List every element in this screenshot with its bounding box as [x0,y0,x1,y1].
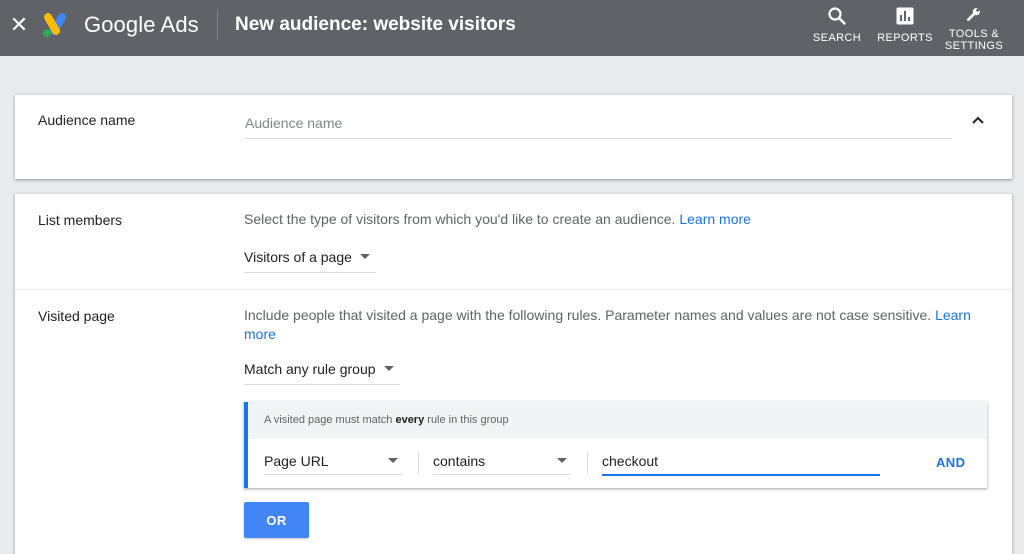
rule-value-input[interactable] [602,447,880,476]
audience-name-card: Audience name [15,95,1012,179]
rule-row: Page URL contains AND [248,439,987,488]
close-icon[interactable]: ✕ [8,12,30,37]
caret-down-icon [388,458,398,463]
nav-tools-label: TOOLS & SETTINGS [944,28,1004,52]
brand-divider [217,10,218,40]
visited-page-helper-text: Include people that visited a page with … [244,307,932,323]
audience-rules-card: List members Select the type of visitors… [15,194,1012,554]
match-rule-group-dropdown[interactable]: Match any rule group [244,353,400,385]
visited-page-helper: Include people that visited a page with … [244,306,984,344]
nav-search-label: SEARCH [812,32,862,44]
match-rule-group-value: Match any rule group [244,360,376,377]
rule-group-header-prefix: A visited page must match [264,414,396,426]
caret-down-icon [359,254,370,259]
nav-reports-button[interactable]: REPORTS [875,6,935,52]
brand-name: Google Ads [84,12,199,37]
rule-separator [418,452,419,474]
visitor-type-value: Visitors of a page [244,248,352,265]
rule-operator-value: contains [433,452,486,469]
google-ads-logo [43,13,66,37]
visitor-type-dropdown[interactable]: Visitors of a page [244,241,376,273]
top-app-bar: ✕ Google Ads New audience: website visit… [0,0,1024,56]
visited-page-label: Visited page [38,308,115,324]
rule-group-header: A visited page must match every rule in … [248,402,987,439]
rule-group-header-emphasis: every [395,414,425,426]
rule-group: A visited page must match every rule in … [244,402,987,488]
rule-group-header-suffix: rule in this group [424,414,509,426]
nav-reports-label: REPORTS [877,32,933,44]
and-button[interactable]: AND [936,455,965,470]
section-divider [15,289,1012,290]
search-icon [828,7,846,25]
wrench-icon [967,8,980,21]
list-members-label: List members [38,212,123,228]
page-title: New audience: website visitors [235,14,516,35]
caret-down-icon [557,458,567,463]
or-button[interactable]: OR [244,502,309,538]
rule-operator-dropdown[interactable]: contains [433,447,571,475]
rule-field-value: Page URL [264,452,329,469]
caret-down-icon [383,366,394,371]
list-members-learn-more-link[interactable]: Learn more [679,211,751,227]
chevron-up-icon[interactable] [969,111,987,129]
rule-separator [587,452,588,474]
nav-search-button[interactable]: SEARCH [807,6,867,52]
list-members-helper-text: Select the type of visitors from which y… [244,211,676,227]
audience-name-input[interactable] [244,107,952,139]
audience-name-label: Audience name [38,112,136,128]
reports-icon [896,7,914,25]
list-members-helper: Select the type of visitors from which y… [244,210,751,229]
rule-field-dropdown[interactable]: Page URL [264,447,402,475]
nav-tools-button[interactable]: TOOLS & SETTINGS [944,6,1004,52]
